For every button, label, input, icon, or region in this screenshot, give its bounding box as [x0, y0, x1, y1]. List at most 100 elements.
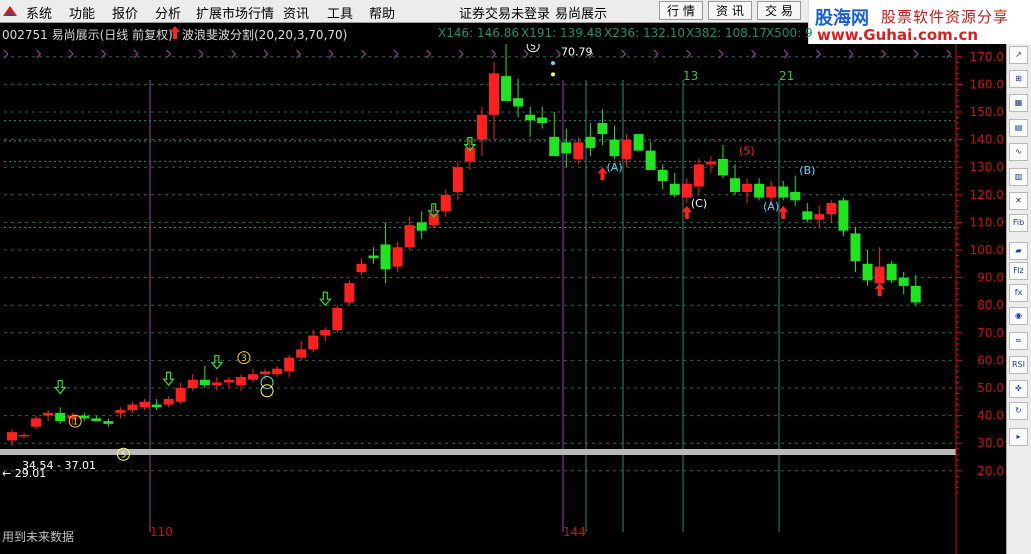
price-tick-label: 110.0 — [970, 215, 1004, 229]
menu-item-extended-market[interactable]: 扩展市场行情 — [196, 3, 274, 22]
sidebar-tool-icon[interactable]: ↗ — [1009, 46, 1028, 64]
candle — [476, 114, 487, 140]
candle — [151, 404, 162, 408]
price-tick-label: 130.0 — [970, 160, 1004, 174]
sidebar-tool-icon[interactable]: RSI — [1009, 356, 1028, 374]
menu-item-help[interactable]: 帮助 — [369, 3, 395, 22]
candle — [561, 142, 572, 154]
sidebar-tool-icon[interactable]: ▦ — [1009, 94, 1028, 112]
sidebar-tool-icon[interactable]: ⊞ — [1009, 70, 1028, 88]
news-tab-button[interactable]: 资 讯 — [708, 1, 752, 20]
menu-item-analysis[interactable]: 分析 — [155, 3, 181, 22]
stock-title: 002751 易尚展示(日线 前复权) — [2, 28, 173, 42]
candle — [344, 283, 355, 303]
indicator-name[interactable]: 波浪斐波分割(20,20,3,70,70) — [182, 26, 347, 43]
candle — [19, 434, 30, 437]
chart-annotations: 1355(A)(C)(A)(B)(5)70.79斐波那契下跌周期34.54 - … — [2, 44, 885, 539]
fib-value-382: X382: 108.17 — [686, 26, 767, 40]
sidebar-tool-icon[interactable]: fx — [1009, 284, 1028, 302]
wave-letter-label: (A) — [763, 200, 779, 213]
login-status[interactable]: 证券交易未登录 — [459, 3, 550, 22]
menu-item-quote[interactable]: 报价 — [112, 3, 138, 22]
sidebar-tool-icon[interactable]: Fib — [1009, 214, 1028, 232]
wave-number-label: 3 — [241, 354, 247, 364]
candle — [705, 161, 716, 165]
top-marker-cross — [881, 49, 886, 59]
sidebar-tool-icon[interactable]: ✜ — [1009, 380, 1028, 398]
quote-tab-button[interactable]: 行 情 — [659, 1, 703, 20]
sidebar-tool-icon[interactable]: ✕ — [1009, 192, 1028, 210]
up-arrow-icon — [170, 26, 180, 39]
fib-value-191: X191: 139.48 — [521, 26, 602, 40]
candle — [235, 376, 246, 386]
high-price-label: 70.79 — [561, 45, 593, 58]
candle — [199, 379, 210, 386]
fib-value-500: X500: 9 — [766, 26, 813, 40]
sidebar-tool-icon[interactable]: ≈ — [1009, 332, 1028, 350]
candle — [187, 379, 198, 388]
candle — [452, 167, 463, 193]
candle — [597, 123, 608, 135]
candle — [296, 349, 307, 358]
down-arrow-icon — [319, 291, 332, 307]
top-marker-cross — [328, 49, 334, 59]
price-tick-label: 160.0 — [970, 77, 1004, 91]
sidebar-tool-icon[interactable]: ▥ — [1009, 168, 1028, 186]
price-tick-label: 140.0 — [970, 133, 1004, 147]
price-tick-label: 40.0 — [977, 409, 1004, 423]
candle — [489, 73, 499, 115]
cycle-label: 13 — [683, 69, 698, 83]
menu-item-news[interactable]: 资讯 — [283, 3, 309, 22]
wave-letter-label: (5) — [739, 145, 755, 158]
fib-value-236: X236: 132.10 — [604, 26, 685, 40]
wave-number-label: 5 — [530, 44, 536, 52]
price-tick-label: 50.0 — [977, 381, 1004, 395]
candle — [416, 222, 427, 231]
candle — [440, 194, 451, 212]
candle — [850, 233, 861, 262]
price-axis: 170.0 160.0 150.0 140.0 130.0 120.0 110.0 100.0… — [955, 44, 1004, 554]
candle — [573, 142, 584, 159]
candle — [585, 136, 596, 148]
candle — [55, 412, 66, 422]
chart-info-bar: 002751 易尚展示(日线 前复权) 波浪斐波分割(20,20,3,70,70… — [0, 23, 813, 43]
menu-item-function[interactable]: 功能 — [69, 3, 95, 22]
sidebar-tool-icon[interactable]: ▸ — [1009, 428, 1028, 446]
candle — [898, 277, 909, 286]
candle — [633, 134, 644, 151]
app-logo-icon — [3, 6, 17, 16]
sidebar-tool-icon[interactable]: Fiz — [1009, 262, 1028, 280]
candle — [886, 263, 897, 281]
candle — [284, 357, 295, 372]
candle — [380, 244, 391, 270]
candle — [91, 418, 102, 422]
price-tick-label: 100.0 — [970, 243, 1004, 257]
sidebar-tool-icon[interactable]: ↻ — [1009, 402, 1028, 420]
candle — [428, 214, 439, 226]
trade-tab-button[interactable]: 交 易 — [757, 1, 801, 20]
candle — [826, 203, 837, 215]
sidebar-tool-icon[interactable]: ∿ — [1009, 143, 1028, 161]
candle — [862, 263, 873, 281]
sidebar-tool-icon[interactable]: ▰ — [1009, 242, 1028, 260]
menu-item-system[interactable]: 系统 — [26, 3, 52, 22]
candle — [874, 266, 885, 284]
candle — [621, 139, 632, 159]
tool-sidebar: ↗ ⊞ ▦ ▤ ∿ ▥ ✕ Fib ▰ Fiz fx ◉ ≈ RSI ✜ ↻ ▸ — [1006, 44, 1031, 554]
candle — [163, 399, 174, 405]
price-tick-label: 30.0 — [977, 436, 1004, 450]
candle — [223, 379, 234, 383]
candle — [7, 432, 17, 441]
cycle-label: 21 — [779, 69, 794, 83]
candle — [115, 410, 126, 413]
sidebar-tool-icon[interactable]: ▤ — [1009, 119, 1028, 137]
candle — [175, 388, 186, 402]
menu-item-tools[interactable]: 工具 — [327, 3, 353, 22]
candlestick-chart[interactable]: 170.0160.0150.0140.0130.0120.0110.0100.0… — [0, 44, 1006, 554]
candle — [139, 401, 150, 408]
sidebar-tool-icon[interactable]: ◉ — [1009, 307, 1028, 325]
wave-letter-label: (C) — [691, 197, 707, 210]
price-tick-label: 70.0 — [977, 326, 1004, 340]
candle — [693, 164, 704, 187]
candle — [838, 200, 849, 231]
